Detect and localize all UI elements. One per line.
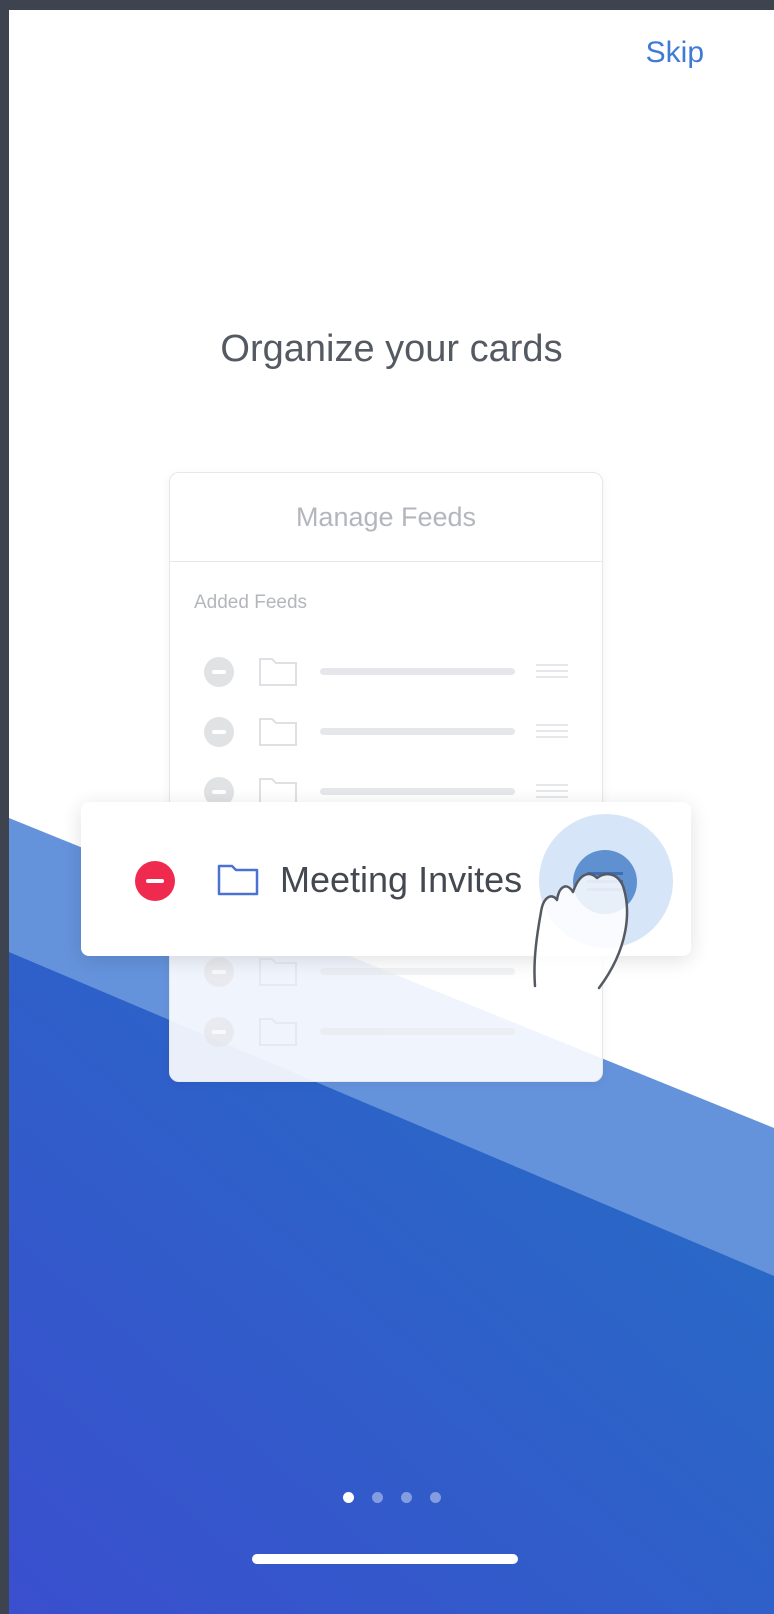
folder-placeholder-icon [259, 1018, 297, 1046]
folder-icon [217, 864, 259, 896]
remove-placeholder-icon [204, 957, 234, 987]
folder-placeholder-icon [259, 658, 297, 686]
remove-placeholder-icon [204, 1017, 234, 1047]
added-feeds-label: Added Feeds [194, 592, 308, 613]
page-dot-1[interactable] [342, 1492, 354, 1503]
feed-name-placeholder [320, 968, 515, 975]
page-indicator [9, 1492, 774, 1503]
feed-name-label: Meeting Invites [280, 859, 523, 900]
skip-button[interactable]: Skip [646, 36, 704, 70]
feed-name-placeholder [320, 728, 515, 735]
dragged-feed-card[interactable]: Meeting Invites [81, 802, 691, 990]
reorder-placeholder-icon [536, 724, 568, 738]
feed-row-placeholder [170, 651, 602, 691]
feed-name-placeholder [320, 1028, 515, 1035]
page-dot-4[interactable] [429, 1492, 441, 1503]
page-title: Organize your cards [220, 328, 563, 370]
hand-gesture-icon [533, 872, 629, 990]
home-indicator[interactable] [252, 1554, 518, 1564]
reorder-placeholder-icon [536, 784, 568, 798]
folder-placeholder-icon [259, 718, 297, 746]
page-dot-2[interactable] [371, 1492, 383, 1503]
feed-name-placeholder [320, 668, 515, 675]
remove-placeholder-icon [204, 657, 234, 687]
feed-row-placeholder [170, 711, 602, 751]
feed-name-placeholder [320, 788, 515, 795]
manage-feeds-title: Manage Feeds [170, 473, 602, 562]
remove-placeholder-icon [204, 717, 234, 747]
page-dot-3[interactable] [400, 1492, 412, 1503]
onboarding-screen: Skip Organize your cards Manage Feeds Ad… [9, 10, 774, 1614]
feed-row-placeholder [170, 1011, 602, 1051]
reorder-placeholder-icon [536, 664, 568, 678]
folder-placeholder-icon [259, 958, 297, 986]
remove-feed-button[interactable] [135, 861, 175, 901]
